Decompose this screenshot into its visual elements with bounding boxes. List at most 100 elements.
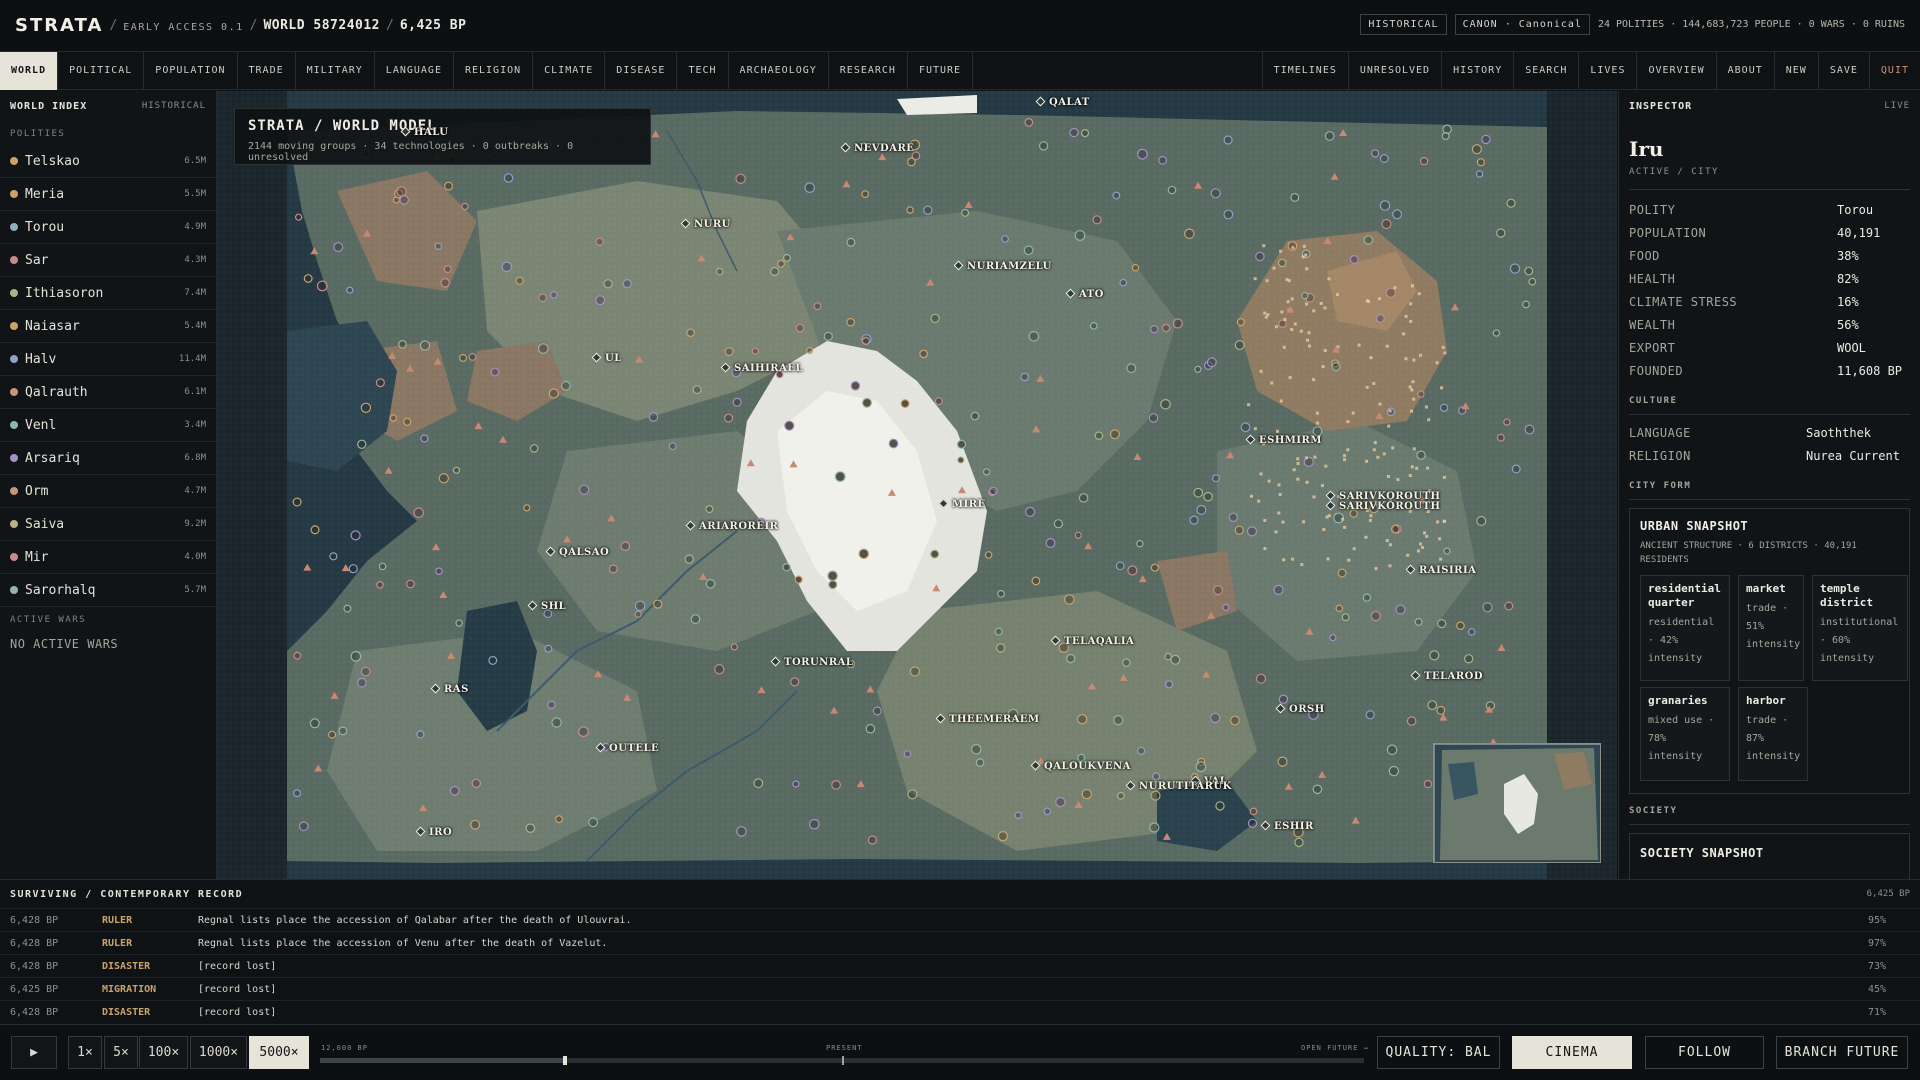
settlement-dot[interactable] [1481, 134, 1491, 145]
tab-unresolved[interactable]: UNRESOLVED [1347, 52, 1441, 90]
settlement-dot[interactable] [1038, 141, 1049, 151]
city-qalsao[interactable]: QALSAO [545, 546, 609, 558]
settlement-dot[interactable] [1492, 329, 1501, 337]
settlement-dot[interactable] [1324, 131, 1335, 141]
branch-future-button[interactable]: BRANCH FUTURE [1776, 1036, 1908, 1069]
polity-item-saiva[interactable]: Saiva 9.2M [0, 508, 216, 541]
settlement-dot[interactable] [389, 414, 398, 422]
settlement-dot[interactable] [1456, 621, 1465, 631]
city-ul[interactable]: UL [591, 352, 622, 364]
settlement-dot[interactable] [544, 644, 553, 653]
settlement-dot[interactable] [919, 349, 928, 359]
record-row[interactable]: 6,428 BP DISASTER [record lost] 71% [0, 1000, 1920, 1023]
settlement-dot[interactable] [1001, 235, 1009, 243]
settlement-dot[interactable] [1436, 705, 1446, 715]
settlement-dot[interactable] [858, 548, 870, 560]
settlement-dot[interactable] [1236, 318, 1245, 327]
settlement-dot[interactable] [1230, 715, 1240, 726]
settlement-dot[interactable] [1423, 779, 1433, 789]
settlement-dot[interactable] [770, 266, 780, 277]
settlement-dot[interactable] [547, 700, 556, 710]
settlement-dot[interactable] [1112, 191, 1121, 200]
settlement-dot[interactable] [515, 276, 524, 285]
settlement-dot[interactable] [1223, 135, 1233, 145]
settlement-dot[interactable] [861, 337, 871, 346]
settlement-dot[interactable] [549, 291, 558, 299]
tab-language[interactable]: LANGUAGE [375, 52, 454, 90]
settlement-dot[interactable] [1119, 278, 1128, 287]
settlement-dot[interactable] [861, 397, 872, 408]
tab-history[interactable]: HISTORY [1441, 52, 1513, 90]
settlement-dot[interactable] [1164, 652, 1172, 661]
city-qaloukvena[interactable]: QALOUKVENA [1030, 760, 1131, 772]
tab-search[interactable]: SEARCH [1513, 52, 1578, 90]
settlement-dot[interactable] [1149, 822, 1160, 833]
settlement-dot[interactable] [1416, 450, 1426, 460]
settlement-dot[interactable] [867, 835, 878, 845]
city-raisiria[interactable]: RAISIRIA [1405, 564, 1476, 576]
settlement-dot[interactable] [595, 295, 606, 306]
settlement-dot[interactable] [1234, 525, 1244, 535]
settlement-dot[interactable] [1194, 365, 1202, 373]
settlement-dot[interactable] [846, 237, 856, 247]
tab-quit[interactable]: QUIT [1868, 52, 1920, 90]
settlement-dot[interactable] [1094, 431, 1104, 441]
city-outele[interactable]: OUTELE [595, 742, 659, 754]
settlement-dot[interactable] [1137, 148, 1148, 160]
city-saihirael[interactable]: SAIHIRAEL [720, 362, 803, 374]
city-eshir[interactable]: ESHIR [1260, 820, 1314, 832]
settlement-dot[interactable] [1277, 258, 1287, 268]
settlement-dot[interactable] [376, 580, 384, 589]
settlement-dot[interactable] [1365, 710, 1375, 720]
city-theemeraem[interactable]: THEEMERAEM [935, 713, 1040, 725]
settlement-dot[interactable] [909, 666, 921, 677]
settlement-dot[interactable] [1392, 209, 1403, 220]
settlement-dot[interactable] [1160, 398, 1171, 410]
settlement-dot[interactable] [413, 507, 424, 518]
settlement-dot[interactable] [538, 293, 548, 303]
settlement-dot[interactable] [1509, 263, 1521, 274]
settlement-dot[interactable] [1031, 576, 1041, 586]
settlement-dot[interactable] [588, 817, 599, 828]
settlement-dot[interactable] [350, 530, 361, 541]
settlement-dot[interactable] [1126, 363, 1137, 374]
settlement-dot[interactable] [970, 743, 982, 755]
settlement-dot[interactable] [1024, 506, 1036, 517]
settlement-dot[interactable] [994, 627, 1003, 636]
settlement-dot[interactable] [1122, 658, 1131, 668]
settlement-dot[interactable] [1443, 547, 1451, 555]
settlement-dot[interactable] [1247, 818, 1258, 829]
settlement-dot[interactable] [1137, 746, 1146, 755]
settlement-dot[interactable] [907, 789, 918, 800]
settlement-dot[interactable] [1511, 464, 1521, 474]
settlement-dot[interactable] [416, 730, 425, 739]
settlement-dot[interactable] [1441, 131, 1450, 140]
settlement-dot[interactable] [548, 388, 559, 399]
polity-item-sar[interactable]: Sar 4.3M [0, 244, 216, 277]
settlement-dot[interactable] [1196, 504, 1207, 515]
settlement-dot[interactable] [988, 486, 998, 496]
play-button[interactable]: ▶ [11, 1036, 57, 1069]
settlement-dot[interactable] [1170, 654, 1181, 665]
settlement-dot[interactable] [1290, 192, 1300, 202]
map-canvas[interactable] [217, 91, 1617, 879]
settlement-dot[interactable] [1255, 673, 1267, 684]
city-telaqalia[interactable]: TELAQALIA [1050, 635, 1134, 647]
settlement-dot[interactable] [900, 399, 910, 409]
settlement-dot[interactable] [1089, 321, 1098, 330]
tab-research[interactable]: RESEARCH [829, 52, 908, 90]
settlement-dot[interactable] [1210, 188, 1221, 199]
settlement-dot[interactable] [555, 815, 564, 824]
settlement-dot[interactable] [310, 525, 320, 535]
settlement-dot[interactable] [398, 339, 407, 349]
district-card-temple-district[interactable]: temple district institutional · 60% inten… [1812, 575, 1908, 681]
settlement-dot[interactable] [1074, 230, 1086, 241]
settlement-dot[interactable] [622, 279, 632, 289]
settlement-dot[interactable] [705, 578, 716, 589]
settlement-dot[interactable] [523, 504, 531, 512]
settlement-dot[interactable] [753, 778, 764, 789]
settlement-dot[interactable] [668, 442, 677, 451]
settlement-dot[interactable] [501, 261, 513, 273]
settlement-dot[interactable] [405, 579, 415, 589]
settlement-dot[interactable] [776, 259, 785, 268]
